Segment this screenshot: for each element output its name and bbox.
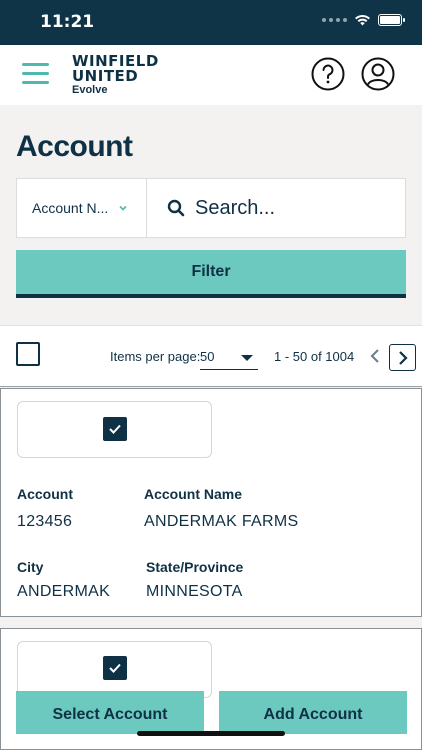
- account-select-area[interactable]: [17, 401, 212, 458]
- account-card[interactable]: Account 123456 Account Name ANDERMAK FAR…: [0, 388, 422, 617]
- account-checkbox[interactable]: [103, 656, 127, 680]
- search-icon: [167, 199, 185, 217]
- search-row: Account N... Search...: [16, 178, 406, 238]
- checkmark-icon: [109, 424, 121, 434]
- state-label: State/Province: [146, 559, 244, 575]
- home-indicator: [137, 731, 285, 736]
- app-header: WINFIELD UNITED Evolve: [0, 45, 422, 105]
- search-placeholder: Search...: [195, 196, 276, 219]
- state-value: MINNESOTA: [146, 583, 243, 600]
- account-name-label: Account Name: [144, 486, 243, 502]
- logo-line3: Evolve: [72, 84, 108, 96]
- search-field-select[interactable]: Account N...: [17, 179, 147, 237]
- menu-icon[interactable]: [22, 63, 49, 85]
- help-icon[interactable]: [311, 57, 345, 91]
- items-per-page-select[interactable]: 50: [200, 346, 258, 370]
- wifi-icon: [355, 14, 370, 26]
- add-account-button[interactable]: Add Account: [219, 691, 407, 734]
- account-select-area[interactable]: [17, 641, 212, 698]
- city-label: City: [17, 559, 44, 575]
- next-page-button[interactable]: [389, 344, 416, 371]
- chevron-down-icon: [119, 205, 127, 211]
- items-per-page-label: Items per page:: [110, 349, 201, 364]
- status-time: 11:21: [40, 12, 95, 32]
- chevron-right-icon: [398, 350, 408, 365]
- winfield-united-logo: WINFIELD UNITED Evolve: [72, 54, 159, 96]
- previous-page-icon[interactable]: [368, 346, 382, 366]
- filter-button[interactable]: Filter: [16, 250, 406, 298]
- bottom-actions: Select Account Add Account: [0, 691, 422, 734]
- pagination-bar: Items per page: 50 1 - 50 of 1004: [0, 325, 422, 387]
- status-icons: [322, 14, 405, 26]
- account-number-label: Account: [17, 486, 73, 502]
- dropdown-arrow-icon: [241, 355, 253, 361]
- items-per-page-value: 50: [200, 349, 215, 364]
- logo-line2: UNITED: [72, 67, 139, 85]
- battery-icon: [378, 14, 405, 26]
- select-account-button[interactable]: Select Account: [16, 691, 204, 734]
- page-title: Account: [16, 130, 133, 163]
- profile-icon[interactable]: [361, 57, 395, 91]
- signal-icon: [322, 18, 347, 22]
- pagination-range: 1 - 50 of 1004: [274, 349, 355, 364]
- account-number-value: 123456: [17, 513, 73, 530]
- search-field-select-value: Account N...: [32, 200, 109, 216]
- checkmark-icon: [109, 663, 121, 673]
- account-name-value: ANDERMAK FARMS: [144, 513, 299, 530]
- account-checkbox[interactable]: [103, 417, 127, 441]
- status-bar: 11:21: [0, 0, 422, 45]
- city-value: ANDERMAK: [17, 583, 111, 600]
- select-all-checkbox[interactable]: [16, 342, 40, 366]
- search-input[interactable]: Search...: [147, 179, 405, 237]
